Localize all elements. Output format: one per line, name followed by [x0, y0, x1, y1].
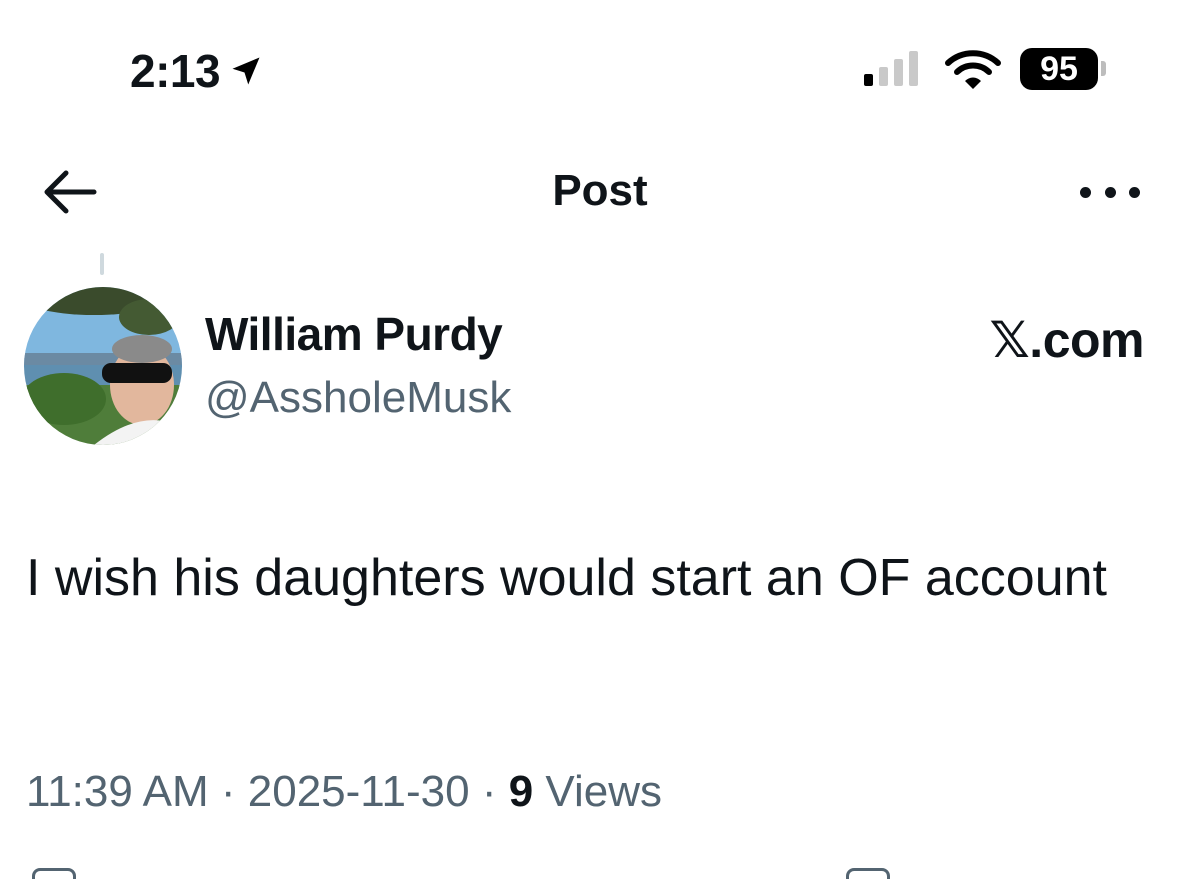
post-meta: 11:39 AM · 2025-11-30 · 9 Views — [26, 767, 662, 817]
avatar[interactable] — [24, 287, 182, 445]
back-button[interactable] — [40, 167, 100, 217]
post-time[interactable]: 11:39 AM — [26, 767, 209, 816]
reply-icon[interactable] — [32, 868, 76, 879]
views-label: Views — [545, 767, 662, 816]
views-count: 9 — [508, 767, 534, 816]
bookmark-icon[interactable] — [846, 868, 890, 879]
more-options-icon — [1080, 186, 1091, 198]
signal-icon — [864, 50, 918, 86]
author-handle[interactable]: @AssholeMusk — [205, 373, 511, 423]
status-time: 2:13 — [130, 44, 264, 98]
post-screen: 2:13 95 Post William Purdy @AssholeMusk … — [0, 0, 1200, 879]
battery-icon: 95 — [1020, 48, 1098, 90]
author-name[interactable]: William Purdy — [205, 307, 503, 361]
location-arrow-icon — [232, 57, 260, 85]
post-date[interactable]: 2025-11-30 — [248, 767, 470, 816]
more-options-dot — [1129, 186, 1140, 198]
meta-separator: · — [220, 767, 236, 816]
more-options-button[interactable] — [1080, 182, 1140, 202]
status-time-label: 2:13 — [130, 45, 221, 97]
more-options-dot — [1104, 186, 1116, 198]
battery-level: 95 — [1040, 49, 1078, 88]
meta-separator: · — [481, 767, 497, 816]
thread-connector-line — [100, 253, 104, 275]
avatar-photo — [24, 287, 182, 445]
battery-nub — [1101, 61, 1106, 76]
page-title: Post — [552, 166, 648, 215]
source-label: 𝕏.com — [989, 312, 1145, 368]
back-arrow-icon — [44, 170, 97, 214]
post-text: I wish his daughters would start an OF a… — [26, 549, 1107, 607]
wifi-icon — [945, 50, 1001, 89]
